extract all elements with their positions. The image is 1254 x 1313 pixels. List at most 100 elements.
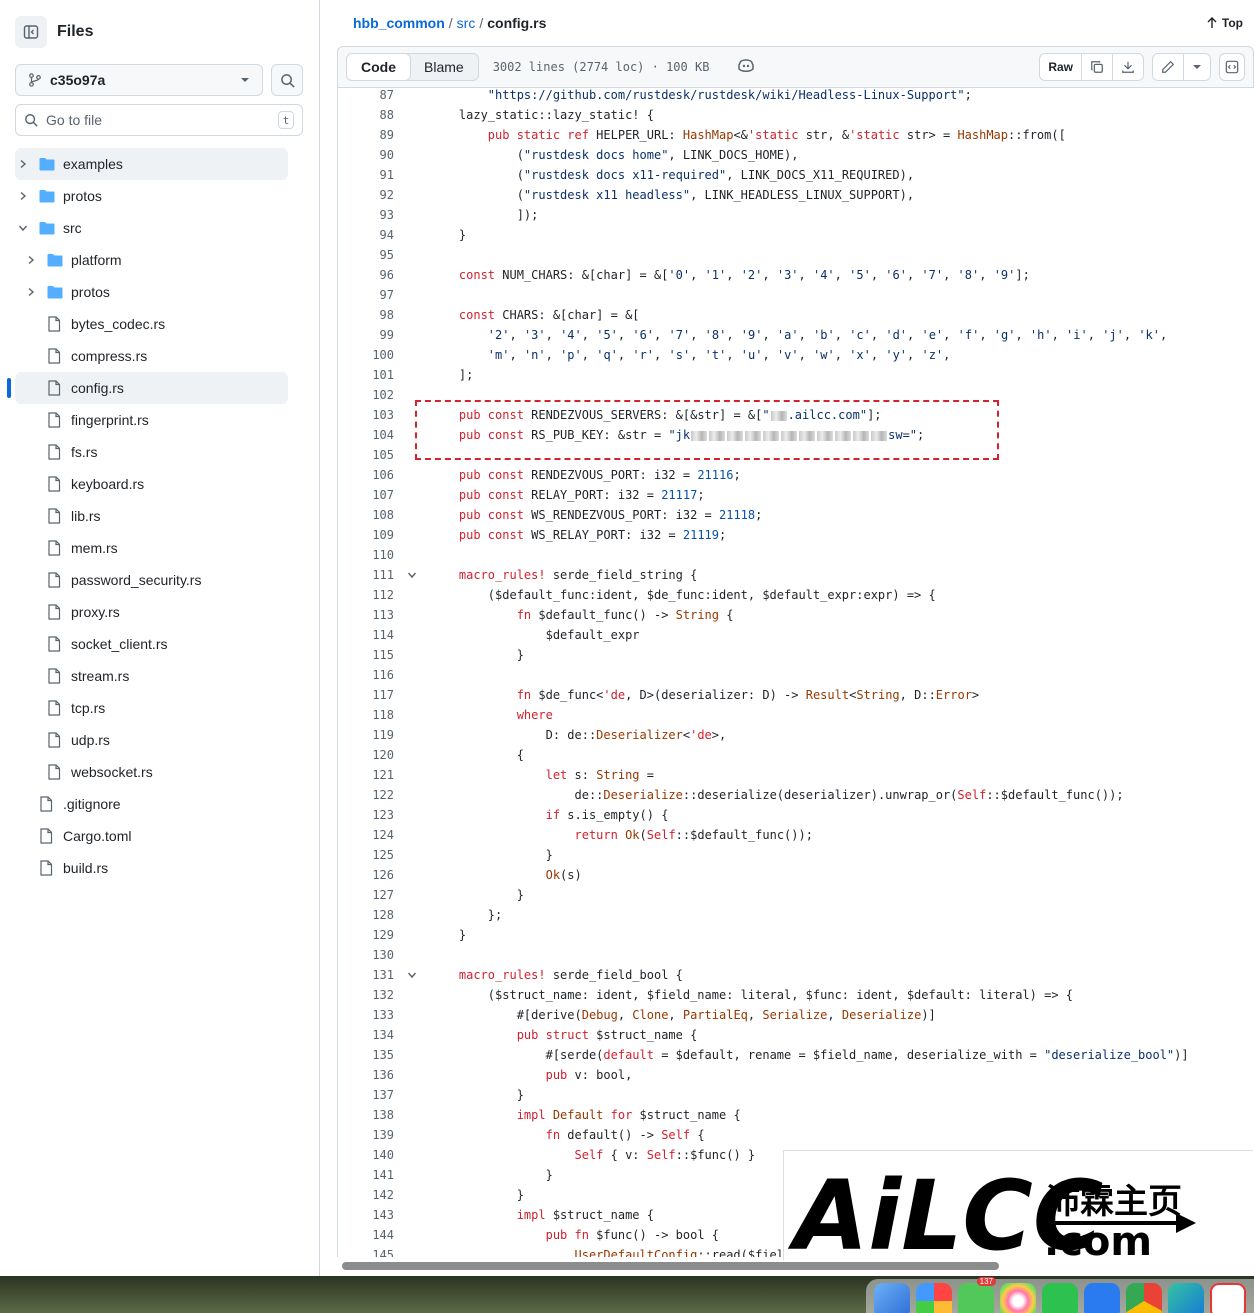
- line-number[interactable]: 122: [338, 785, 394, 805]
- line-number[interactable]: 118: [338, 705, 394, 725]
- line-number[interactable]: 92: [338, 185, 394, 205]
- tree-item-websocket-rs[interactable]: websocket.rs: [15, 756, 288, 788]
- line-number[interactable]: 124: [338, 825, 394, 845]
- line-number[interactable]: 143: [338, 1205, 394, 1225]
- line-number[interactable]: 108: [338, 505, 394, 525]
- line-number[interactable]: 127: [338, 885, 394, 905]
- line-number[interactable]: 125: [338, 845, 394, 865]
- line-number[interactable]: 113: [338, 605, 394, 625]
- collapse-sidebar-button[interactable]: [15, 16, 47, 48]
- line-number[interactable]: 112: [338, 585, 394, 605]
- line-number[interactable]: 90: [338, 145, 394, 165]
- line-number[interactable]: 144: [338, 1225, 394, 1245]
- line-number[interactable]: 128: [338, 905, 394, 925]
- line-number[interactable]: 117: [338, 685, 394, 705]
- line-number[interactable]: 126: [338, 865, 394, 885]
- line-number[interactable]: 116: [338, 665, 394, 685]
- line-number[interactable]: 133: [338, 1005, 394, 1025]
- finder-icon[interactable]: [874, 1283, 910, 1313]
- photos-icon[interactable]: [1000, 1283, 1036, 1313]
- tree-item-examples[interactable]: examples: [15, 148, 288, 180]
- tree-item-build-rs[interactable]: build.rs: [15, 852, 288, 884]
- top-button[interactable]: Top: [1206, 16, 1243, 30]
- tree-item-lib-rs[interactable]: lib.rs: [15, 500, 288, 532]
- chevron-right-icon[interactable]: [23, 287, 39, 297]
- tree-item-config-rs[interactable]: config.rs: [7, 372, 288, 404]
- tree-item-udp-rs[interactable]: udp.rs: [15, 724, 288, 756]
- go-to-file-input[interactable]: Go to file t: [15, 104, 303, 136]
- symbols-panel-button[interactable]: [1220, 54, 1244, 80]
- tree-item-src[interactable]: src: [15, 212, 288, 244]
- tree-item-proxy-rs[interactable]: proxy.rs: [15, 596, 288, 628]
- tree-item-password-security-rs[interactable]: password_security.rs: [15, 564, 288, 596]
- branch-selector[interactable]: c35o97a: [15, 64, 263, 96]
- tree-item-socket-client-rs[interactable]: socket_client.rs: [15, 628, 288, 660]
- chevron-right-icon[interactable]: [23, 255, 39, 265]
- app-icon[interactable]: [1210, 1283, 1246, 1313]
- line-number[interactable]: 131: [338, 965, 394, 985]
- line-number[interactable]: 87: [338, 87, 394, 105]
- download-button[interactable]: [1113, 54, 1143, 80]
- tree-item-platform[interactable]: platform: [15, 244, 288, 276]
- line-number[interactable]: 97: [338, 285, 394, 305]
- line-number[interactable]: 99: [338, 325, 394, 345]
- line-number[interactable]: 136: [338, 1065, 394, 1085]
- fold-chevron-icon[interactable]: [394, 965, 430, 985]
- line-number[interactable]: 134: [338, 1025, 394, 1045]
- line-number[interactable]: 145: [338, 1245, 394, 1257]
- raw-button[interactable]: Raw: [1040, 54, 1082, 80]
- feishu-icon[interactable]: [1084, 1283, 1120, 1313]
- line-number[interactable]: 130: [338, 945, 394, 965]
- tree-item-stream-rs[interactable]: stream.rs: [15, 660, 288, 692]
- tree-item-fs-rs[interactable]: fs.rs: [15, 436, 288, 468]
- line-number[interactable]: 139: [338, 1125, 394, 1145]
- horizontal-scrollbar[interactable]: [342, 1262, 999, 1270]
- line-number[interactable]: 89: [338, 125, 394, 145]
- line-number[interactable]: 107: [338, 485, 394, 505]
- line-number[interactable]: 104: [338, 425, 394, 445]
- copy-raw-button[interactable]: [1082, 54, 1113, 80]
- line-number[interactable]: 102: [338, 385, 394, 405]
- tree-item-fingerprint-rs[interactable]: fingerprint.rs: [15, 404, 288, 436]
- chevron-right-icon[interactable]: [15, 159, 31, 169]
- line-number[interactable]: 95: [338, 245, 394, 265]
- line-number[interactable]: 106: [338, 465, 394, 485]
- edit-button[interactable]: [1153, 54, 1184, 80]
- line-number[interactable]: 138: [338, 1105, 394, 1125]
- line-number[interactable]: 98: [338, 305, 394, 325]
- fold-chevron-icon[interactable]: [394, 565, 430, 585]
- line-number[interactable]: 141: [338, 1165, 394, 1185]
- tree-item-tcp-rs[interactable]: tcp.rs: [15, 692, 288, 724]
- line-number[interactable]: 120: [338, 745, 394, 765]
- line-number[interactable]: 121: [338, 765, 394, 785]
- copilot-button[interactable]: [737, 57, 755, 78]
- line-number[interactable]: 94: [338, 225, 394, 245]
- line-number[interactable]: 123: [338, 805, 394, 825]
- breadcrumb-src-link[interactable]: src: [457, 15, 476, 31]
- line-number[interactable]: 91: [338, 165, 394, 185]
- line-number[interactable]: 93: [338, 205, 394, 225]
- edge-icon[interactable]: [1168, 1283, 1204, 1313]
- launchpad-icon[interactable]: [916, 1283, 952, 1313]
- line-number[interactable]: 119: [338, 725, 394, 745]
- tree-item-cargo-toml[interactable]: Cargo.toml: [15, 820, 288, 852]
- tree-item-protos[interactable]: protos: [15, 180, 288, 212]
- code-view[interactable]: 87 "https://github.com/rustdesk/rustdesk…: [337, 87, 1254, 1257]
- line-number[interactable]: 101: [338, 365, 394, 385]
- line-number[interactable]: 140: [338, 1145, 394, 1165]
- tree-item-gitignore[interactable]: .gitignore: [15, 788, 288, 820]
- breadcrumb-repo-link[interactable]: hbb_common: [353, 15, 445, 31]
- tree-item-protos[interactable]: protos: [15, 276, 288, 308]
- chevron-down-icon[interactable]: [15, 223, 31, 233]
- line-number[interactable]: 109: [338, 525, 394, 545]
- chevron-right-icon[interactable]: [15, 191, 31, 201]
- search-files-button[interactable]: [271, 64, 303, 96]
- line-number[interactable]: 88: [338, 105, 394, 125]
- code-tab[interactable]: Code: [346, 53, 411, 81]
- tree-item-compress-rs[interactable]: compress.rs: [15, 340, 288, 372]
- edit-options-dropdown[interactable]: [1184, 54, 1210, 80]
- line-number[interactable]: 142: [338, 1185, 394, 1205]
- line-number[interactable]: 132: [338, 985, 394, 1005]
- line-number[interactable]: 115: [338, 645, 394, 665]
- tree-item-keyboard-rs[interactable]: keyboard.rs: [15, 468, 288, 500]
